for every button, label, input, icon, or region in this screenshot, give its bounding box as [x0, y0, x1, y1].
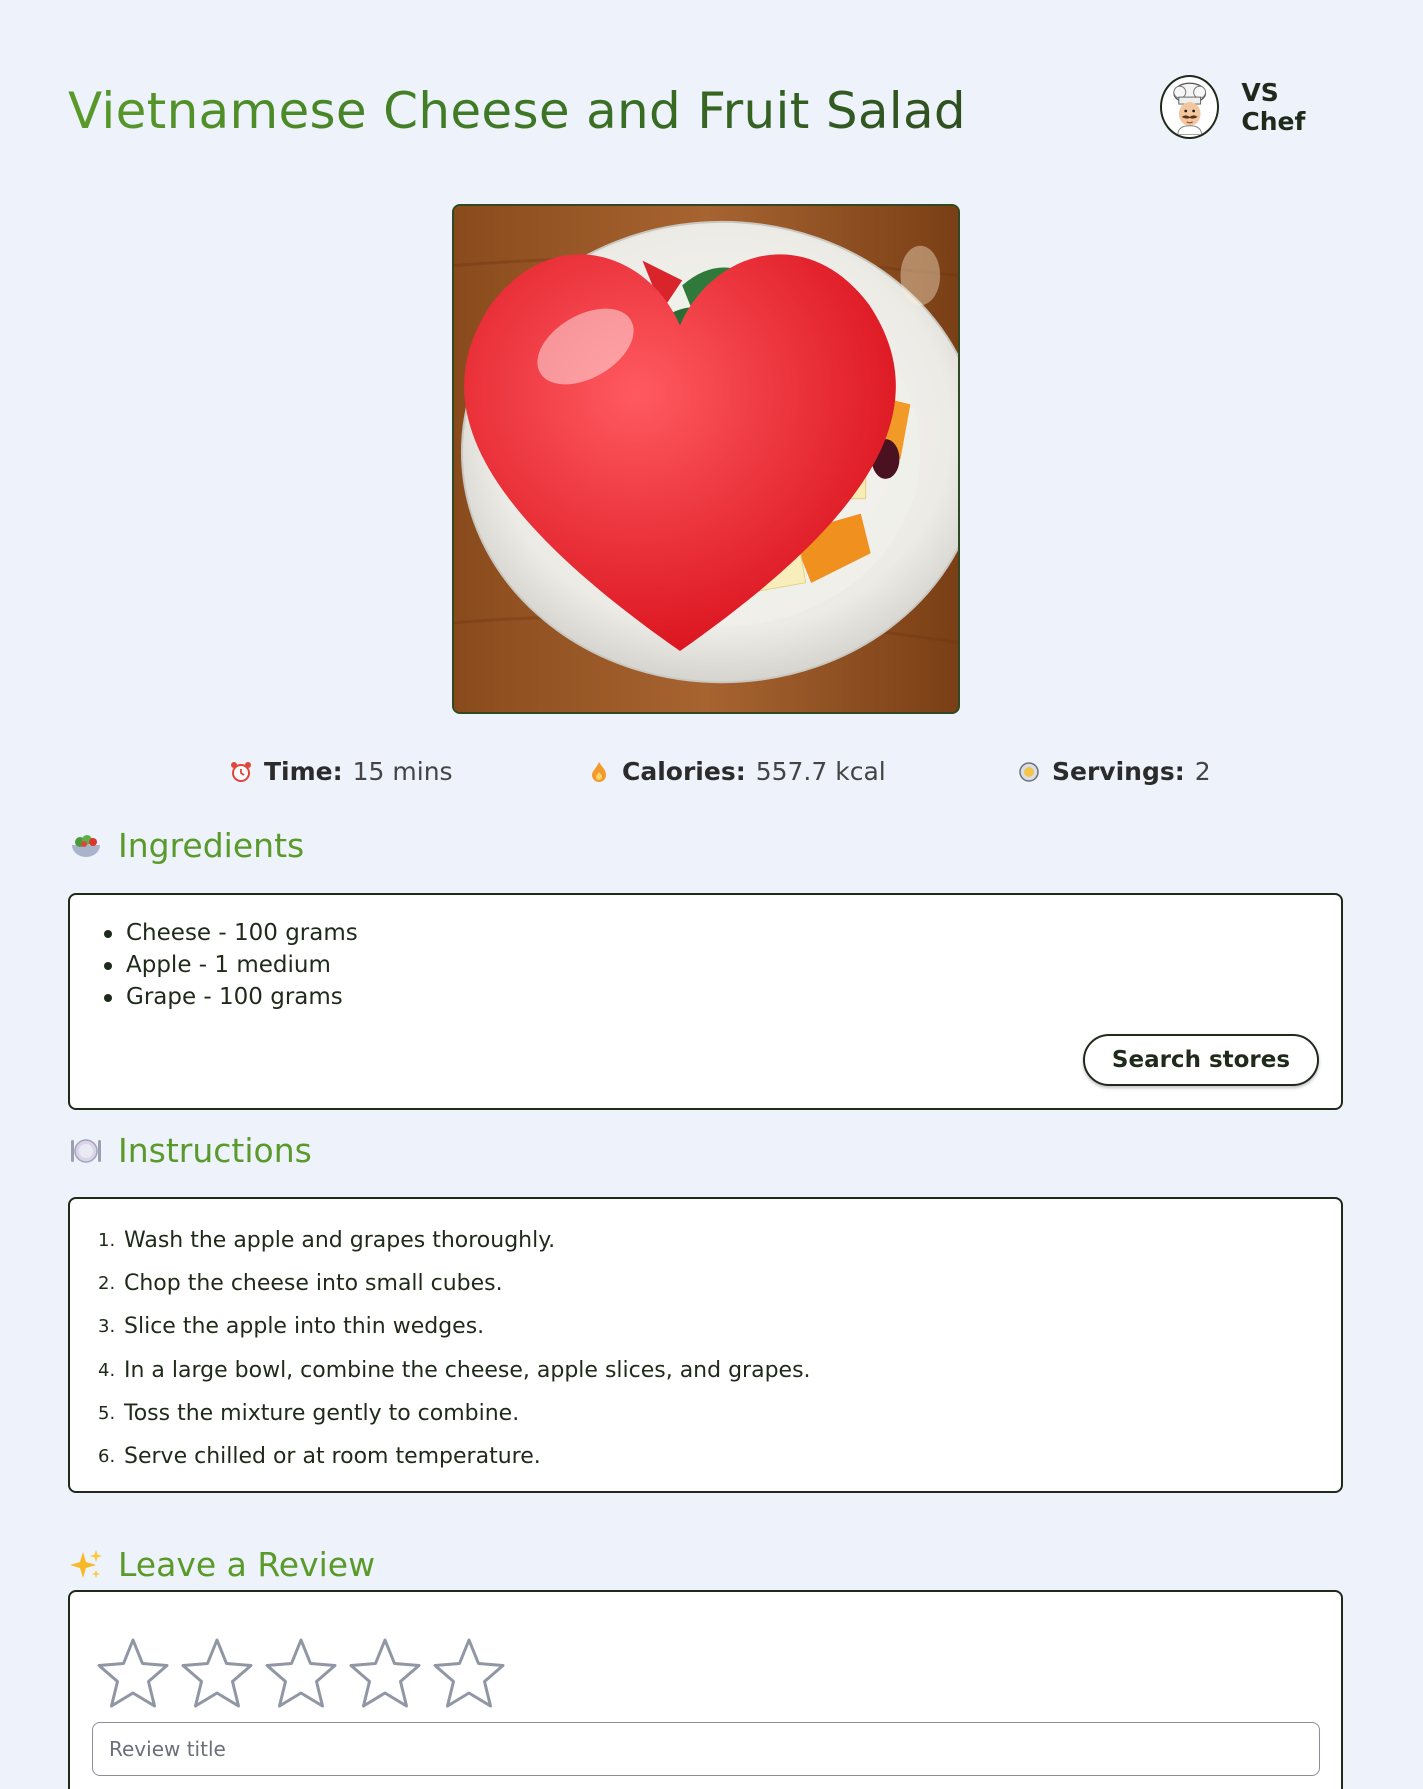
rating-stars: [96, 1636, 506, 1710]
plate-cutlery-icon: [68, 1133, 104, 1169]
recipe-image: [452, 204, 960, 714]
star-icon[interactable]: [180, 1636, 254, 1710]
recipe-page: Vietnamese Cheese and Fruit Salad VS Che…: [68, 0, 1343, 1789]
servings-label: Servings:: [1052, 757, 1185, 786]
ingredients-heading: Ingredients: [68, 826, 304, 865]
star-icon[interactable]: [432, 1636, 506, 1710]
ingredient-item: Cheese - 100 grams: [102, 917, 358, 949]
author-profile[interactable]: VS Chef: [1160, 75, 1343, 139]
chef-avatar[interactable]: [1160, 75, 1220, 139]
calories-label: Calories:: [622, 757, 746, 786]
alarm-clock-icon: [228, 759, 254, 785]
instructions-heading: Instructions: [68, 1131, 312, 1170]
instruction-step: 4. In a large bowl, combine the cheese, a…: [98, 1357, 811, 1383]
instruction-step: 5. Toss the mixture gently to combine.: [98, 1400, 520, 1426]
servings-stat: Servings: 2: [1016, 757, 1211, 786]
ingredient-item: Apple - 1 medium: [102, 949, 358, 981]
review-heading: Leave a Review: [68, 1545, 375, 1584]
flame-icon: [586, 759, 612, 785]
time-label: Time:: [264, 757, 343, 786]
review-title-input[interactable]: [92, 1722, 1320, 1776]
instructions-list: 1. Wash the apple and grapes thoroughly. …: [98, 1219, 811, 1478]
instruction-step: 3. Slice the apple into thin wedges.: [98, 1314, 485, 1340]
author-name[interactable]: VS Chef: [1241, 78, 1343, 136]
servings-value: 2: [1194, 757, 1211, 786]
instruction-step: 6. Serve chilled or at room temperature.: [98, 1443, 541, 1469]
plate-icon: [1016, 759, 1042, 785]
favorite-heart-icon[interactable]: [452, 204, 932, 694]
chef-avatar-icon: [1173, 82, 1207, 135]
ingredients-card: Cheese - 100 grams Apple - 1 medium Grap…: [68, 893, 1343, 1110]
star-icon[interactable]: [348, 1636, 422, 1710]
calories-stat: Calories: 557.7 kcal: [586, 757, 886, 786]
calories-value: 557.7 kcal: [755, 757, 886, 786]
instruction-step: 1. Wash the apple and grapes thoroughly.: [98, 1228, 556, 1253]
instruction-step: 2. Chop the cheese into small cubes.: [98, 1271, 503, 1297]
star-icon[interactable]: [96, 1636, 170, 1710]
recipe-stats: Time: 15 mins Calories: 557.7 kcal Servi…: [68, 757, 1343, 793]
salad-bowl-icon: [68, 828, 104, 864]
star-icon[interactable]: [264, 1636, 338, 1710]
ingredients-title: Ingredients: [118, 826, 305, 865]
time-value: 15 mins: [352, 757, 453, 786]
instructions-title: Instructions: [118, 1131, 312, 1170]
review-title: Leave a Review: [118, 1545, 376, 1584]
review-card: [68, 1590, 1343, 1789]
ingredients-list: Cheese - 100 grams Apple - 1 medium Grap…: [102, 917, 358, 1013]
sparkles-icon: [68, 1547, 104, 1583]
search-stores-button[interactable]: Search stores: [1083, 1034, 1319, 1086]
recipe-title: Vietnamese Cheese and Fruit Salad: [68, 82, 966, 140]
time-stat: Time: 15 mins: [228, 757, 453, 786]
ingredient-item: Grape - 100 grams: [102, 981, 358, 1013]
instructions-card: 1. Wash the apple and grapes thoroughly. …: [68, 1197, 1343, 1493]
